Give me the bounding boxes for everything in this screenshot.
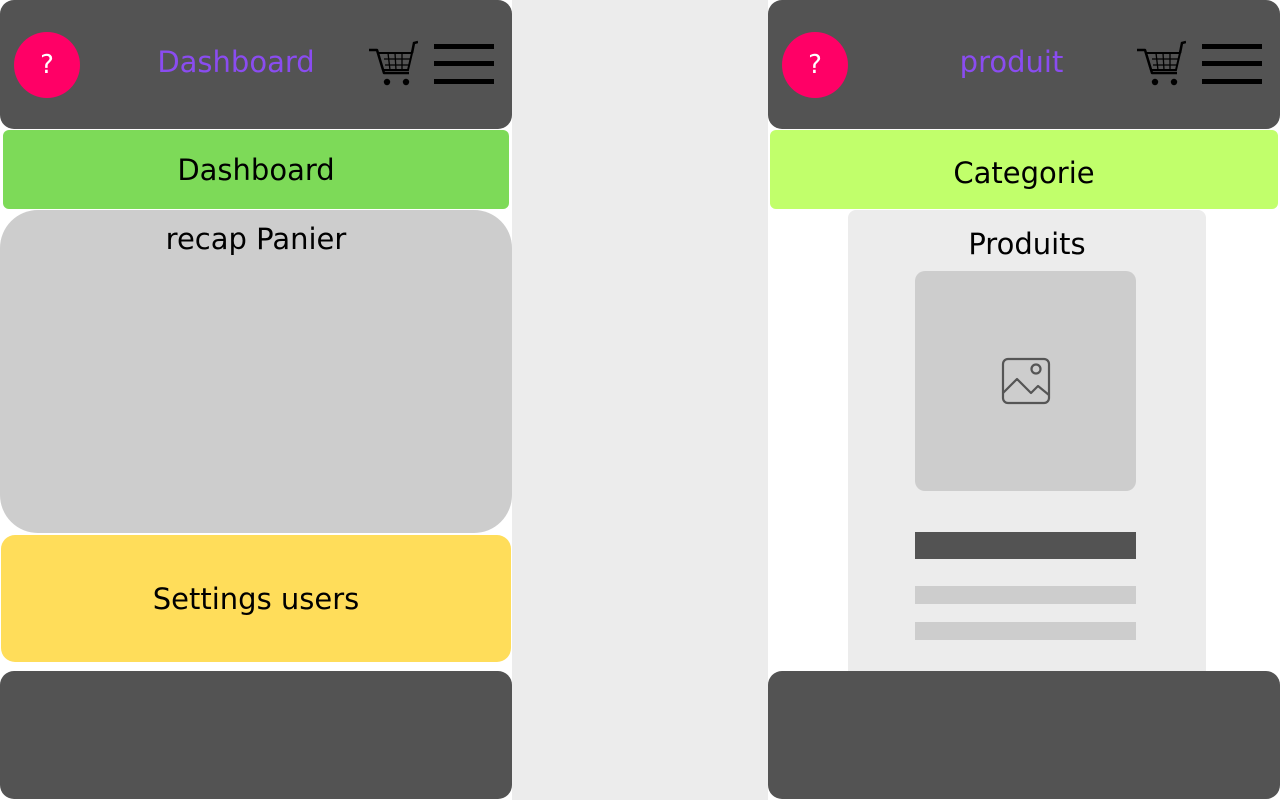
shopping-cart-icon[interactable] xyxy=(1136,40,1186,88)
hamburger-menu-icon[interactable] xyxy=(1202,44,1262,85)
dashboard-header: ? Dashboard xyxy=(0,0,512,129)
header-title: produit xyxy=(959,45,1064,79)
shopping-cart-icon[interactable] xyxy=(368,40,418,88)
hamburger-menu-icon[interactable] xyxy=(434,44,494,85)
image-placeholder-icon xyxy=(1001,357,1051,405)
nav-categorie[interactable]: Categorie xyxy=(770,130,1278,209)
product-text-line xyxy=(915,586,1136,604)
product-header: ? produit xyxy=(768,0,1280,129)
help-button[interactable]: ? xyxy=(782,32,848,98)
cart-recap-title: recap Panier xyxy=(165,222,347,256)
dashboard-screen: ? Dashboard Dashboard recap Panier Setti… xyxy=(0,0,512,800)
header-title: Dashboard xyxy=(157,45,315,79)
settings-users-button[interactable]: Settings users xyxy=(1,535,511,662)
product-card: Produits xyxy=(848,210,1206,680)
product-screen: ? produit Categorie Produits xyxy=(768,0,1280,800)
dashboard-footer xyxy=(0,671,512,799)
product-image[interactable] xyxy=(915,271,1136,491)
help-button[interactable]: ? xyxy=(14,32,80,98)
product-name-placeholder xyxy=(915,532,1136,559)
product-footer xyxy=(768,671,1280,799)
cart-recap-panel: recap Panier xyxy=(0,210,512,533)
nav-dashboard[interactable]: Dashboard xyxy=(3,130,509,209)
product-text-line xyxy=(915,622,1136,640)
product-title: Produits xyxy=(968,227,1086,261)
